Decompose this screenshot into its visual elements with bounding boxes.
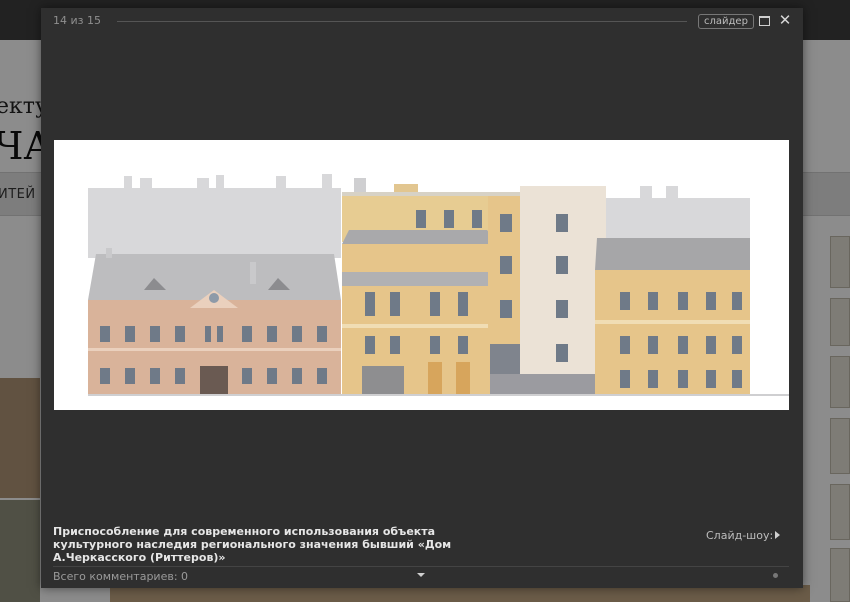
slideshow-label: Слайд-шоу: xyxy=(706,529,774,542)
slideshow-button[interactable]: Слайд-шоу: xyxy=(706,529,781,542)
slide-counter: 14 из 15 xyxy=(53,14,101,27)
close-icon[interactable]: ✕ xyxy=(778,13,792,28)
comments-divider xyxy=(53,566,789,567)
slider-button[interactable]: слайдер xyxy=(698,14,754,29)
lightbox: 14 из 15 слайдер ✕ Приспособление для со… xyxy=(41,8,803,588)
fullscreen-icon[interactable] xyxy=(759,16,770,26)
slide-caption: Приспособление для современного использо… xyxy=(53,525,452,564)
building-facade-drawing xyxy=(88,174,789,396)
header-divider xyxy=(117,21,687,22)
play-icon xyxy=(775,531,781,539)
comments-count: Всего комментариев: 0 xyxy=(53,570,189,583)
slide-image[interactable] xyxy=(54,140,789,410)
dot-icon xyxy=(773,573,778,578)
chevron-down-icon[interactable] xyxy=(417,573,425,577)
